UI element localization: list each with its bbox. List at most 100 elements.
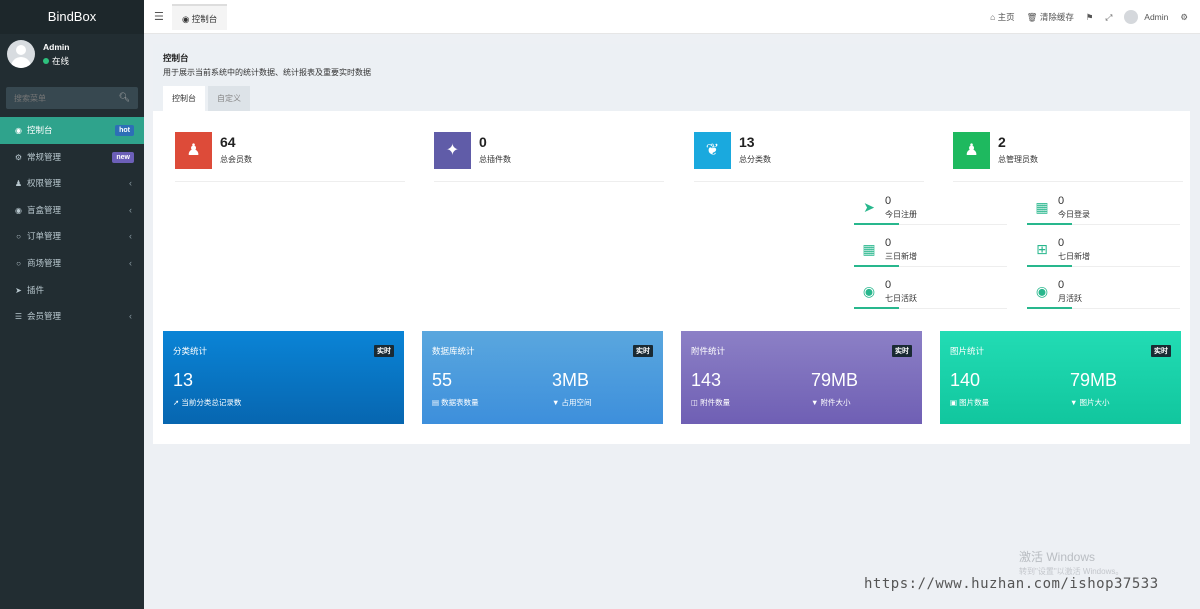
tab-custom[interactable]: 自定义: [208, 86, 250, 111]
rocket-icon: ➤: [15, 285, 22, 295]
card-label: ➚ 当前分类总记录数: [173, 397, 241, 408]
page-header: 控制台 用于展示当前系统中的统计数据、统计报表及重要实时数据: [153, 44, 1190, 111]
list-icon: ☰: [14, 312, 23, 322]
mini-stat-seven-day-new: ⊞ 0 七日新增: [1027, 237, 1180, 267]
mini-stat-label: 今日注册: [885, 210, 917, 219]
navbar-right: ⌂ 主页 🗑︎ 清除缓存 ⚑ ⤢ Admin ⚙: [990, 0, 1200, 34]
stat-label: 总会员数: [220, 155, 252, 164]
new-badge: new: [112, 151, 134, 163]
card-label-text: 图片数量: [959, 398, 990, 407]
sidebar-item-mall[interactable]: ○ 商场管理 ‹: [0, 250, 144, 277]
card-label: ◫ 附件数量: [691, 397, 730, 408]
mini-stat-bar: [854, 223, 899, 225]
page-title: 控制台: [163, 53, 189, 63]
sidebar-item-label: 权限管理: [27, 178, 62, 189]
database-icon: ▤: [432, 398, 442, 407]
sidebar-item-label: 商场管理: [27, 257, 62, 268]
card-label-secondary: ▼ 图片大小: [1070, 397, 1110, 408]
top-navbar: ☰ ◉ 控制台 ⌂ 主页 🗑︎ 清除缓存 ⚑ ⤢ Admin ⚙: [144, 0, 1200, 34]
circle-icon: ○: [16, 258, 21, 268]
settings-button[interactable]: ⚙: [1180, 12, 1188, 23]
sidebar: BindBox Admin 在线 🔍︎ ◉ 控制台 hot ⚙ 常规管理 new ♟…: [0, 0, 144, 609]
user-menu[interactable]: Admin: [1124, 10, 1168, 24]
mini-stat-monthly-active: ◉ 0 月活跃: [1027, 279, 1180, 309]
sidebar-item-members[interactable]: ☰ 会员管理 ‹: [0, 303, 144, 330]
stat-label: 总分类数: [739, 155, 771, 164]
dashboard-icon: ◉: [15, 126, 22, 135]
clear-cache-label: 清除缓存: [1039, 12, 1074, 22]
menu-toggle-icon[interactable]: ☰: [154, 0, 164, 34]
language-button[interactable]: ⚑: [1086, 12, 1094, 23]
sidebar-item-orders[interactable]: ○ 订单管理 ‹: [0, 223, 144, 250]
stat-total-admins: ♟ 2 总管理员数: [953, 132, 1183, 182]
stat-total-plugins: ✦ 0 总插件数: [434, 132, 664, 182]
card-value-secondary: 79MB: [1070, 370, 1118, 390]
card-label-text: 附件数量: [700, 398, 731, 407]
user-icon: ♟: [953, 132, 990, 169]
windows-activation-title: 激活 Windows: [1019, 550, 1096, 564]
card-value: 143: [691, 370, 722, 390]
stat-total-members: ♟ 64 总会员数: [175, 132, 405, 182]
search-icon[interactable]: 🔍︎: [119, 92, 130, 103]
sidebar-item-dashboard[interactable]: ◉ 控制台 hot: [0, 117, 144, 144]
brand-logo[interactable]: BindBox: [0, 0, 144, 34]
card-label-secondary: ▼ 占用空间: [552, 397, 592, 408]
calendar-plus-icon: ⊞: [1036, 241, 1048, 257]
filter-icon: ▼: [811, 398, 821, 407]
mini-stat-label: 今日登录: [1058, 210, 1090, 219]
realtime-badge: 实时: [1151, 345, 1171, 357]
mini-stat-bar: [854, 265, 899, 267]
page-tabs: 控制台 自定义: [163, 86, 253, 111]
clear-cache-button[interactable]: 🗑︎ 清除缓存: [1027, 11, 1074, 23]
stat-label: 总插件数: [479, 155, 511, 164]
card-value: 55: [432, 370, 453, 390]
filter-icon: ▼: [552, 398, 562, 407]
tab-dashboard[interactable]: 控制台: [163, 86, 205, 111]
sidebar-item-blindbox[interactable]: ◉ 盲盒管理 ‹: [0, 197, 144, 224]
rocket-icon: ➤: [863, 199, 875, 215]
card-label: ▣ 图片数量: [950, 397, 989, 408]
leaf-icon: ❦: [694, 132, 731, 169]
card-title: 图片统计: [950, 346, 985, 356]
mini-stat-bar: [1027, 307, 1072, 309]
home-label: 主页: [997, 12, 1015, 22]
tab-dashboard[interactable]: ◉ 控制台: [172, 4, 228, 30]
card-attachment-stats: 附件统计 实时 143 ◫ 附件数量 79MB ▼ 附件大小: [681, 331, 922, 424]
card-value: 13: [173, 370, 194, 390]
home-icon: ⌂: [990, 12, 998, 22]
mini-stat-seven-day-active: ◉ 0 七日活跃: [854, 279, 1007, 309]
mini-stat-value: 0: [885, 279, 892, 291]
page-subtitle: 用于展示当前系统中的统计数据、统计报表及重要实时数据: [163, 68, 371, 77]
fullscreen-icon: ⤢: [1105, 11, 1113, 22]
stat-value: 13: [739, 134, 755, 150]
sidebar-item-plugins[interactable]: ➤ 插件: [0, 277, 144, 304]
file-icon: ◫: [691, 398, 701, 407]
sidebar-item-permissions[interactable]: ♟ 权限管理 ‹: [0, 170, 144, 197]
fullscreen-button[interactable]: ⤢: [1105, 12, 1112, 23]
chevron-left-icon: ‹: [129, 257, 132, 268]
chevron-left-icon: ‹: [129, 311, 132, 322]
mini-stat-value: 0: [885, 195, 892, 207]
gear-icon: ⚙: [1180, 11, 1188, 22]
users-icon: ♟: [14, 179, 23, 189]
magic-icon: ✦: [434, 132, 471, 169]
stat-value: 64: [220, 134, 236, 150]
sidebar-search: 🔍︎: [6, 87, 138, 109]
online-dot-icon: [43, 58, 49, 64]
sidebar-item-label: 插件: [27, 284, 45, 295]
chevron-left-icon: ‹: [129, 231, 132, 242]
sidebar-item-label: 订单管理: [27, 231, 62, 242]
mini-stat-bar: [1027, 223, 1072, 225]
stat-label: 总管理员数: [998, 155, 1038, 164]
mini-stat-label: 七日活跃: [885, 294, 917, 303]
mini-stat-value: 0: [1058, 237, 1065, 249]
user-panel: Admin 在线: [0, 40, 144, 82]
card-title: 分类统计: [173, 346, 208, 356]
realtime-badge: 实时: [892, 345, 912, 357]
home-link[interactable]: ⌂ 主页: [990, 11, 1015, 23]
sidebar-item-general[interactable]: ⚙ 常规管理 new: [0, 144, 144, 171]
sidebar-item-label: 常规管理: [27, 151, 62, 162]
users-icon: ♟: [175, 132, 212, 169]
user-circle-icon: ◉: [862, 283, 876, 299]
mini-stat-today-login: ▦ 0 今日登录: [1027, 195, 1180, 225]
